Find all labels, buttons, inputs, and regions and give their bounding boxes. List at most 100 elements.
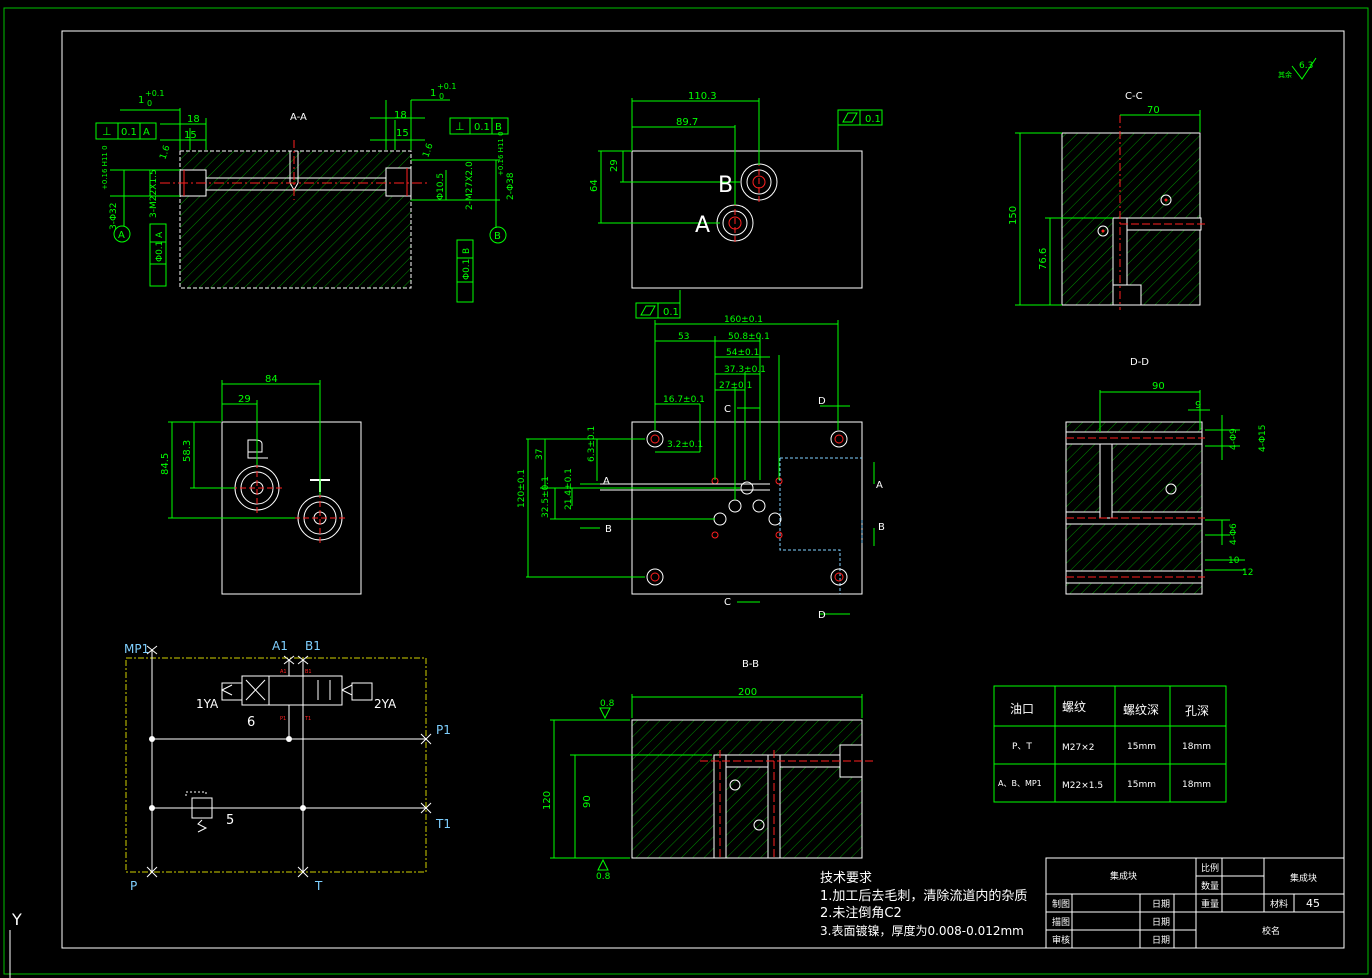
svg-text:D: D xyxy=(818,396,826,407)
svg-text:C-C: C-C xyxy=(1125,91,1143,102)
svg-text:B: B xyxy=(494,231,501,242)
svg-text:A: A xyxy=(143,127,150,138)
left-view: 84 29 84.5 58.3 xyxy=(160,374,362,595)
svg-text:技术要求: 技术要求 xyxy=(820,871,872,886)
svg-text:⊥: ⊥ xyxy=(455,120,465,133)
svg-text:89.7: 89.7 xyxy=(676,117,698,128)
svg-text:50.8±0.1: 50.8±0.1 xyxy=(728,332,770,342)
svg-text:4-Φ9: 4-Φ9 xyxy=(1229,428,1239,450)
svg-text:+0.1: +0.1 xyxy=(437,82,456,91)
svg-text:集成块: 集成块 xyxy=(1290,872,1317,884)
svg-text:0: 0 xyxy=(147,99,152,108)
svg-text:4-Φ6: 4-Φ6 xyxy=(1229,523,1239,545)
svg-text:3-Φ32: 3-Φ32 xyxy=(109,202,119,230)
dd-body xyxy=(1065,421,1203,595)
svg-text:18mm: 18mm xyxy=(1182,780,1211,790)
svg-text:重量: 重量 xyxy=(1201,898,1219,910)
svg-text:5: 5 xyxy=(226,813,234,828)
svg-text:C: C xyxy=(724,597,731,608)
svg-text:P1: P1 xyxy=(436,723,451,737)
svg-text:0: 0 xyxy=(439,92,444,101)
svg-text:A1: A1 xyxy=(272,639,288,653)
svg-text:9: 9 xyxy=(1195,400,1201,411)
svg-text:0.1: 0.1 xyxy=(865,114,881,125)
svg-text:160±0.1: 160±0.1 xyxy=(724,315,763,325)
svg-text:37: 37 xyxy=(535,449,545,460)
main-view: 160±0.1 53 50.8±0.1 54±0.1 37.3±0.1 27±0… xyxy=(517,315,885,621)
svg-text:油口: 油口 xyxy=(1010,702,1034,716)
svg-text:P: P xyxy=(130,879,137,893)
svg-text:日期: 日期 xyxy=(1152,935,1170,946)
svg-text:Φ10.5: Φ10.5 xyxy=(436,173,446,200)
svg-text:84.5: 84.5 xyxy=(160,453,171,475)
svg-text:150: 150 xyxy=(1008,206,1019,225)
svg-text:MP1: MP1 xyxy=(124,642,149,656)
section-aa-title: A-A xyxy=(290,112,307,123)
section-cc: C-C 70 150 76.6 xyxy=(1008,91,1205,310)
svg-text:29: 29 xyxy=(609,159,620,172)
svg-text:1.加工后去毛刺，清除流道内的杂质: 1.加工后去毛刺，清除流道内的杂质 xyxy=(820,888,1027,904)
svg-text:+0.16 H11 0: +0.16 H11 0 xyxy=(497,131,505,176)
svg-text:日期: 日期 xyxy=(1152,899,1170,910)
svg-text:螺纹深: 螺纹深 xyxy=(1123,703,1159,717)
aa-body xyxy=(179,150,412,289)
svg-text:A1: A1 xyxy=(280,669,287,675)
svg-text:10: 10 xyxy=(1228,556,1240,566)
bb-body xyxy=(631,719,863,859)
svg-text:3.表面镀镍，厚度为0.008-0.012mm: 3.表面镀镍，厚度为0.008-0.012mm xyxy=(820,923,1024,938)
svg-text:M22×1.5: M22×1.5 xyxy=(1062,781,1103,791)
section-dd: D-D 90 9 4-Φ9 4-Φ15 4-Φ6 10 12 xyxy=(1065,357,1268,595)
thread-table: 油口 螺纹 螺纹深 孔深 P、T M27×2 15mm 18mm A、B、MP1… xyxy=(993,685,1227,803)
svg-text:其余: 其余 xyxy=(1278,70,1292,79)
svg-text:84: 84 xyxy=(265,374,278,385)
svg-text:A: A xyxy=(876,480,883,491)
svg-text:12: 12 xyxy=(1242,568,1253,578)
svg-text:Φ0.1: Φ0.1 xyxy=(155,241,165,262)
section-aa: A-A 18 15 1 +0.1 0 1.6 0.1 A ⊥ 3-Φ32 +0.… xyxy=(95,82,516,303)
hydraulic-schematic: MP1 A1 B1 P1 T1 P T 1YA 2YA 6 5 A1 B1 P1… xyxy=(124,639,451,893)
svg-text:A: A xyxy=(118,230,125,241)
ucs-icon: Y xyxy=(9,910,22,978)
cad-drawing: A-A 18 15 1 +0.1 0 1.6 0.1 A ⊥ 3-Φ32 +0.… xyxy=(3,7,1369,978)
svg-text:6.3±0.1: 6.3±0.1 xyxy=(587,426,597,462)
svg-text:0.1: 0.1 xyxy=(121,127,137,138)
svg-text:6: 6 xyxy=(247,715,255,730)
svg-text:制图: 制图 xyxy=(1052,898,1070,910)
svg-text:T1: T1 xyxy=(435,817,451,831)
svg-text:2.未注倒角C2: 2.未注倒角C2 xyxy=(820,906,902,921)
svg-text:螺纹: 螺纹 xyxy=(1062,700,1086,714)
svg-text:3.2±0.1: 3.2±0.1 xyxy=(667,440,703,450)
svg-text:A: A xyxy=(603,476,610,487)
svg-text:P1: P1 xyxy=(280,716,286,722)
svg-text:A、B、MP1: A、B、MP1 xyxy=(998,779,1042,788)
svg-text:2YA: 2YA xyxy=(374,697,397,711)
svg-text:0.8: 0.8 xyxy=(596,872,611,882)
svg-text:1: 1 xyxy=(430,88,436,99)
svg-text:120: 120 xyxy=(542,791,553,810)
svg-text:M27×2: M27×2 xyxy=(1062,743,1094,753)
svg-text:日期: 日期 xyxy=(1152,917,1170,928)
svg-text:B: B xyxy=(878,522,885,533)
svg-text:32.5±0.1: 32.5±0.1 xyxy=(541,476,551,518)
svg-text:A: A xyxy=(155,231,165,238)
svg-text:0.1: 0.1 xyxy=(474,122,490,133)
svg-text:3-M22X1.5: 3-M22X1.5 xyxy=(149,169,159,218)
svg-text:45: 45 xyxy=(1306,897,1320,910)
top-view: 110.3 89.7 29 64 0.1 0.1 B A xyxy=(589,91,883,319)
svg-text:⊥: ⊥ xyxy=(102,125,112,138)
svg-text:120±0.1: 120±0.1 xyxy=(517,469,527,508)
svg-text:B1: B1 xyxy=(305,639,321,653)
svg-text:+0.16 H11 0: +0.16 H11 0 xyxy=(101,145,109,190)
svg-text:58.3: 58.3 xyxy=(182,440,193,462)
svg-text:材料: 材料 xyxy=(1270,898,1288,910)
svg-text:15mm: 15mm xyxy=(1127,742,1156,752)
svg-text:孔深: 孔深 xyxy=(1185,704,1209,718)
roughness-general: 其余 6.3 xyxy=(1278,57,1317,80)
svg-text:Φ0.1: Φ0.1 xyxy=(462,259,472,280)
svg-text:200: 200 xyxy=(738,687,757,698)
svg-text:1.6: 1.6 xyxy=(158,144,172,161)
svg-text:1YA: 1YA xyxy=(196,697,219,711)
svg-text:53: 53 xyxy=(678,332,689,342)
svg-text:18: 18 xyxy=(394,110,407,121)
svg-text:+0.1: +0.1 xyxy=(145,89,164,98)
